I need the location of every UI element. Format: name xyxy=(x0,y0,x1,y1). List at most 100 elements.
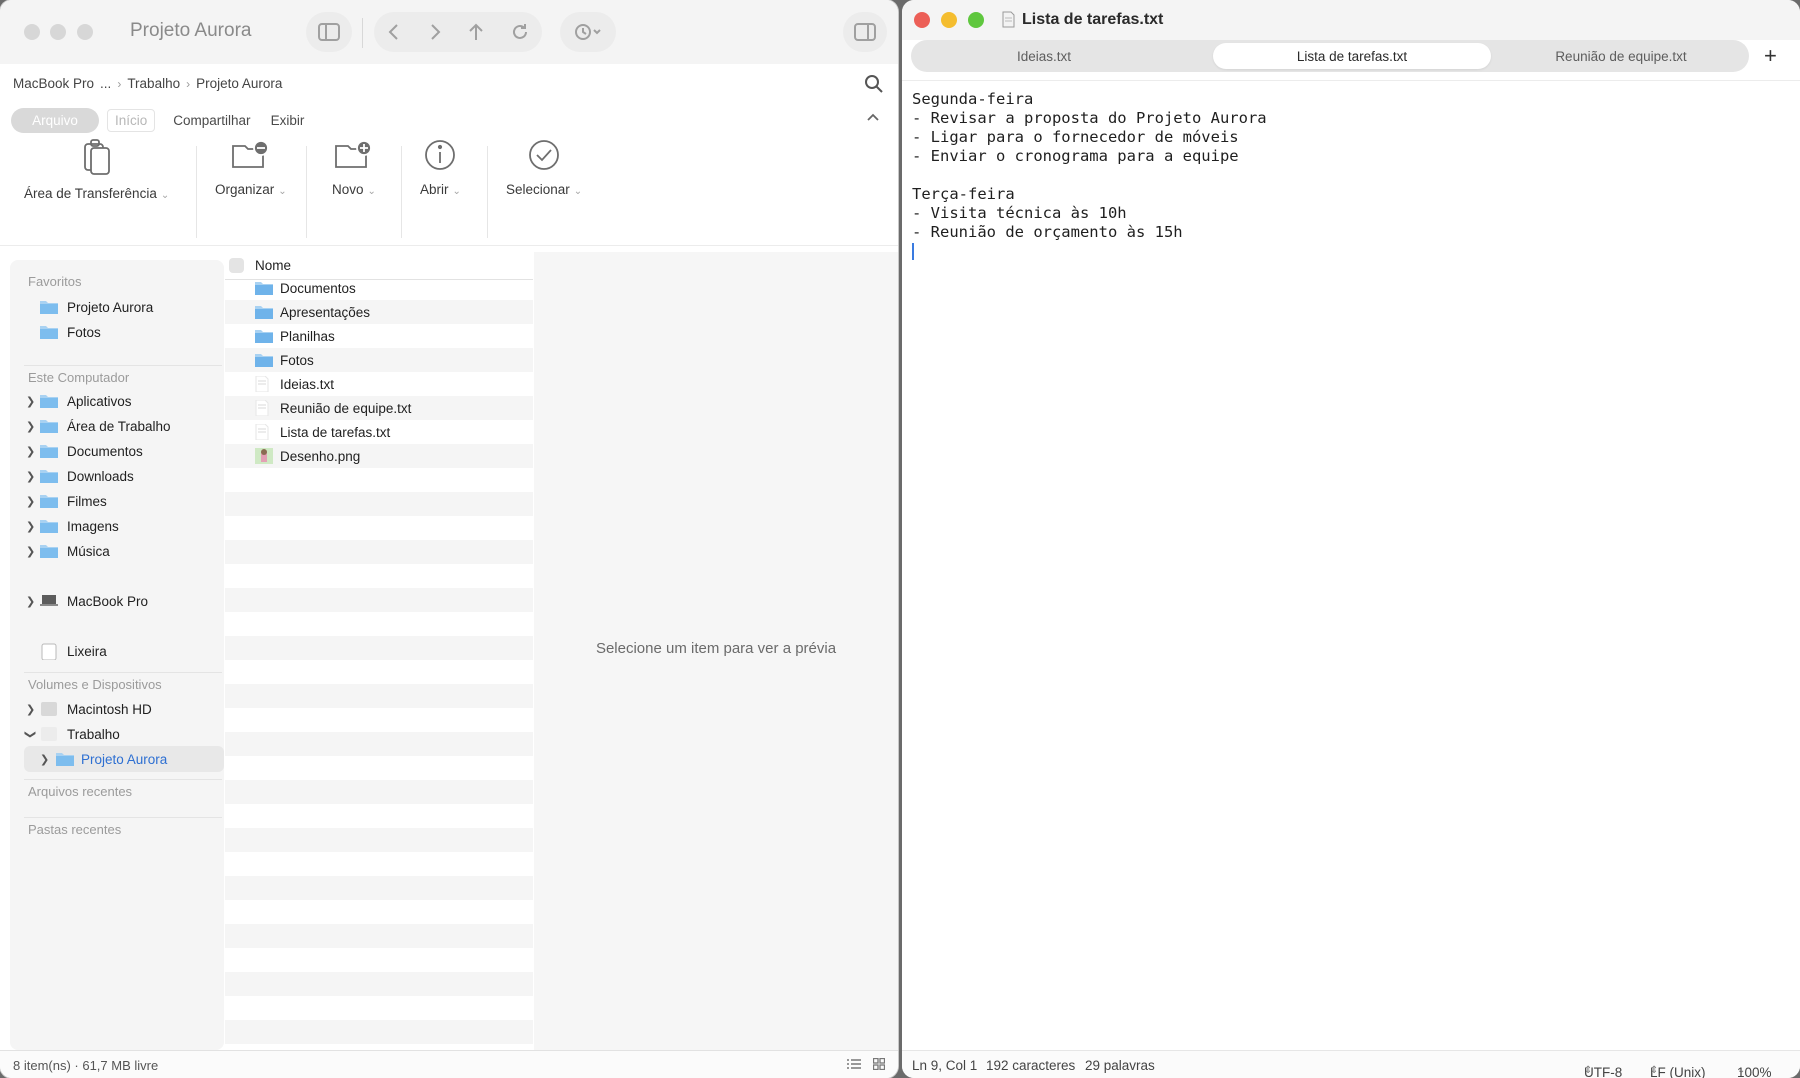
close-button[interactable] xyxy=(24,24,40,40)
maximize-button[interactable] xyxy=(968,12,984,28)
sidebar-item-lixeira[interactable]: Lixeira xyxy=(10,638,224,664)
chevron-right-icon[interactable]: ❯ xyxy=(26,595,35,608)
sidebar-item-projeto-aurora-selected[interactable]: ❯ Projeto Aurora xyxy=(24,746,224,772)
forward-icon[interactable] xyxy=(428,23,442,41)
section-title: Volumes e Dispositivos xyxy=(28,677,162,692)
sidebar-item-imagens[interactable]: ❯ Imagens xyxy=(10,513,224,539)
file-manager-window: Projeto Aurora MacBook Pro ... › Trabalh… xyxy=(0,0,898,1078)
breadcrumb-item[interactable]: Projeto Aurora xyxy=(196,76,282,91)
chevron-down-icon: ⌄ xyxy=(452,186,461,197)
empty-row xyxy=(225,876,533,900)
sidebar-item-downloads[interactable]: ❯ Downloads xyxy=(10,463,224,489)
char-count: 192 caracteres xyxy=(986,1058,1076,1073)
maximize-button[interactable] xyxy=(77,24,93,40)
empty-row xyxy=(225,804,533,828)
sidebar-item-trabalho[interactable]: ❯ Trabalho xyxy=(10,721,224,747)
text-file-icon xyxy=(255,424,269,440)
sidebar-item-fotos[interactable]: Fotos xyxy=(10,319,224,345)
empty-row xyxy=(225,900,533,924)
tab-inicio[interactable]: Início xyxy=(107,109,156,132)
empty-row xyxy=(225,996,533,1020)
sidebar-item-projeto-aurora[interactable]: Projeto Aurora xyxy=(10,294,224,320)
open-group[interactable]: Abrir ⌄ xyxy=(420,138,461,197)
chevron-right-icon[interactable]: ❯ xyxy=(26,703,35,716)
new-group[interactable]: Novo ⌄ xyxy=(332,138,376,197)
folder-plus-icon xyxy=(335,140,372,168)
empty-row xyxy=(225,468,533,492)
tab-reuniao-de-equipe[interactable]: Reunião de equipe.txt xyxy=(1497,43,1745,69)
text-file-icon xyxy=(255,400,269,416)
sidebar-toggle-button[interactable] xyxy=(306,12,352,52)
minimize-button[interactable] xyxy=(50,24,66,40)
empty-row xyxy=(225,516,533,540)
select-all-checkbox[interactable] xyxy=(229,258,244,273)
editor-text-area[interactable]: Segunda-feira - Revisar a proposta do Pr… xyxy=(912,90,1267,242)
editor-title: Lista de tarefas.txt xyxy=(1022,11,1164,28)
up-arrow-icon[interactable] xyxy=(468,23,484,41)
breadcrumb-item[interactable]: Trabalho xyxy=(127,76,180,91)
ribbon-tabs: Arquivo Início Compartilhar Exibir xyxy=(11,108,314,133)
select-group[interactable]: Selecionar ⌄ xyxy=(506,138,582,197)
preview-pane-toggle[interactable] xyxy=(843,12,887,52)
chevron-right-icon[interactable]: ❯ xyxy=(26,420,35,433)
empty-row xyxy=(225,972,533,996)
file-row[interactable]: Planilhas xyxy=(225,324,533,348)
chevron-right-icon[interactable]: ❯ xyxy=(26,545,35,558)
chevron-right-icon[interactable]: ❯ xyxy=(26,445,35,458)
close-button[interactable] xyxy=(914,12,930,28)
chevron-down-icon: ⌄ xyxy=(367,186,376,197)
breadcrumb-item[interactable]: MacBook Pro xyxy=(13,76,94,91)
file-name: Apresentações xyxy=(280,304,371,320)
sidebar-item-area-de-trabalho[interactable]: ❯ Área de Trabalho xyxy=(10,413,224,439)
folder-icon xyxy=(56,753,74,766)
sidebar-item-macintosh-hd[interactable]: ❯ Macintosh HD xyxy=(10,696,224,722)
chevron-right-icon: › xyxy=(186,76,191,91)
history-button[interactable] xyxy=(560,12,616,52)
refresh-icon[interactable] xyxy=(511,23,529,41)
tab-compartilhar[interactable]: Compartilhar xyxy=(163,108,260,133)
organize-group[interactable]: Organizar ⌄ xyxy=(215,138,287,197)
chevron-right-icon[interactable]: ❯ xyxy=(40,753,49,766)
add-tab-icon[interactable]: + xyxy=(1764,43,1777,69)
empty-row xyxy=(225,1020,533,1044)
sidebar-item-documentos[interactable]: ❯ Documentos xyxy=(10,438,224,464)
grid-view-icon[interactable] xyxy=(873,1058,885,1070)
back-icon[interactable] xyxy=(387,23,401,41)
tab-arquivo[interactable]: Arquivo xyxy=(11,108,99,133)
list-view-icon[interactable] xyxy=(847,1058,861,1070)
section-title-recent-folders[interactable]: Pastas recentes xyxy=(28,822,121,837)
empty-row xyxy=(225,612,533,636)
empty-row xyxy=(225,780,533,804)
folder-icon xyxy=(40,520,58,533)
chevron-up-icon[interactable] xyxy=(866,112,880,122)
chevron-right-icon[interactable]: ❯ xyxy=(26,470,35,483)
breadcrumb-ellipsis[interactable]: ... xyxy=(100,76,111,91)
up-down-icon: ⇕ xyxy=(1650,1065,1659,1076)
editor-status-bar: Ln 9, Col 1 192 caracteres 29 palavras U… xyxy=(902,1050,1800,1078)
tab-exibir[interactable]: Exibir xyxy=(261,108,315,133)
chevron-right-icon[interactable]: ❯ xyxy=(26,495,35,508)
tab-ideias[interactable]: Ideias.txt xyxy=(919,43,1169,69)
file-name: Documentos xyxy=(280,280,356,296)
file-name: Lista de tarefas.txt xyxy=(280,424,391,440)
file-row[interactable]: Fotos xyxy=(225,348,533,372)
file-row[interactable]: Lista de tarefas.txt xyxy=(225,420,533,444)
chevron-right-icon[interactable]: ❯ xyxy=(26,520,35,533)
chevron-right-icon[interactable]: ❯ xyxy=(26,395,35,408)
clipboard-group[interactable]: Área de Transferência ⌄ xyxy=(24,138,169,201)
file-row[interactable]: Apresentações xyxy=(225,300,533,324)
tab-lista-de-tarefas[interactable]: Lista de tarefas.txt xyxy=(1213,43,1491,69)
search-icon[interactable] xyxy=(864,74,884,94)
section-title-recent-files[interactable]: Arquivos recentes xyxy=(28,784,132,799)
minimize-button[interactable] xyxy=(941,12,957,28)
file-list: Nome Documentos Apresentações Planilhas Fot… xyxy=(225,252,533,1052)
sidebar-item-macbook-pro[interactable]: ❯ MacBook Pro xyxy=(10,588,224,614)
sidebar-item-musica[interactable]: ❯ Música xyxy=(10,538,224,564)
file-row[interactable]: Desenho.png xyxy=(225,444,533,468)
sidebar-item-filmes[interactable]: ❯ Filmes xyxy=(10,488,224,514)
file-row[interactable]: Ideias.txt xyxy=(225,372,533,396)
file-row[interactable]: Reunião de equipe.txt xyxy=(225,396,533,420)
sidebar-item-aplicativos[interactable]: ❯ Aplicativos xyxy=(10,388,224,414)
file-row[interactable]: Documentos xyxy=(225,276,533,300)
chevron-down-icon[interactable]: ❯ xyxy=(24,729,37,738)
